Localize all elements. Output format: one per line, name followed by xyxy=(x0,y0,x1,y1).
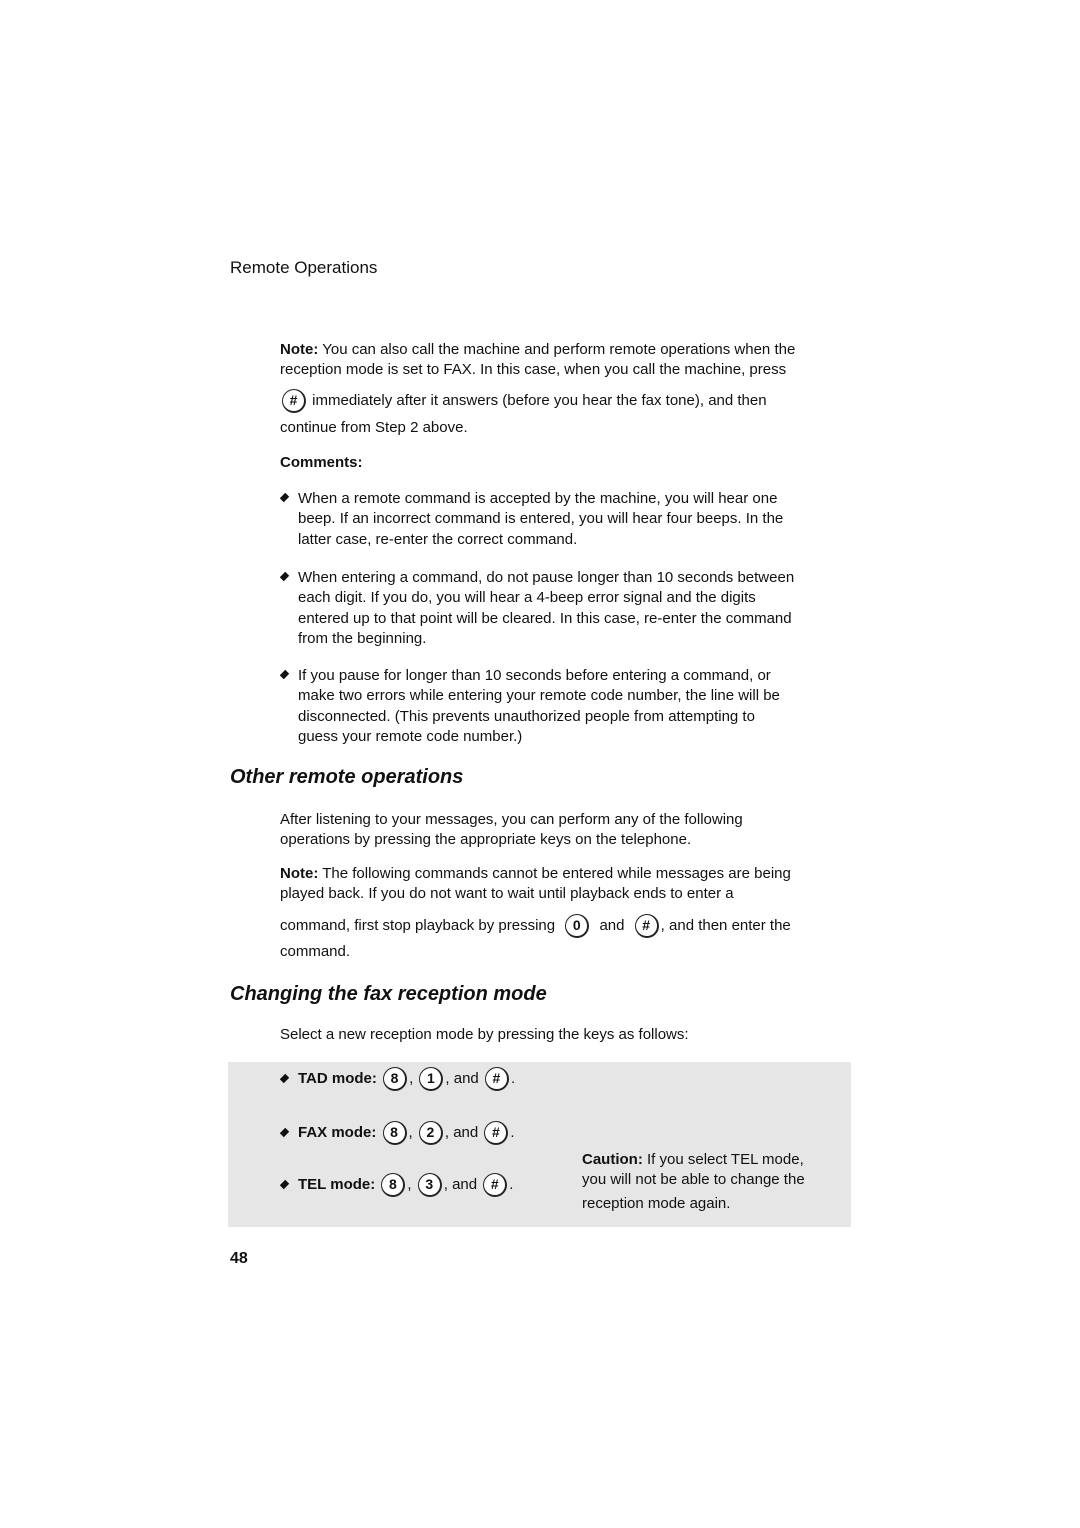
note-key-line: # immediately after it answers (before y… xyxy=(280,389,767,413)
text: If you select TEL mode, xyxy=(647,1151,804,1168)
text: disconnected. (This prevents unauthorize… xyxy=(298,707,755,725)
heading-other-remote-operations: Other remote operations xyxy=(230,766,464,788)
comment-item: When a remote command is accepted by the… xyxy=(279,489,784,550)
note-paragraph: Note: The following commands cannot be e… xyxy=(280,864,791,905)
text: When entering a command, do not pause lo… xyxy=(298,569,795,586)
text: . xyxy=(510,1070,516,1087)
text: each digit. If you do, you will hear a 4… xyxy=(298,589,756,607)
mode-label: TAD mode: xyxy=(298,1070,377,1087)
text: , and xyxy=(445,1070,479,1087)
text: , xyxy=(409,1070,414,1087)
note-label: Note: xyxy=(280,865,319,882)
comment-item: If you pause for longer than 10 seconds … xyxy=(279,666,780,747)
text: entered up to that point will be cleared… xyxy=(298,609,792,627)
paragraph: After listening to your messages, you ca… xyxy=(280,810,743,851)
text: Select a new reception mode by pressing … xyxy=(280,1026,689,1043)
text: beep. If an incorrect command is entered… xyxy=(298,510,784,528)
text: operations by pressing the appropriate k… xyxy=(280,831,692,849)
eight-key-icon: 8 xyxy=(381,1173,406,1198)
hash-key-icon: # xyxy=(282,389,306,413)
section-header: Remote Operations xyxy=(230,258,378,277)
command-line: command, first stop playback by pressing… xyxy=(280,914,791,938)
text: If you pause for longer than 10 seconds … xyxy=(298,667,771,684)
comments-title: Comments: xyxy=(280,454,363,471)
text: make two errors while entering your remo… xyxy=(298,687,780,705)
caution-note: Caution: If you select TEL mode, you wil… xyxy=(582,1150,805,1214)
note-paragraph: Note: You can also call the machine and … xyxy=(280,340,795,381)
caution-label: Caution: xyxy=(582,1151,643,1168)
mode-row-tel: TEL mode: 8, 3, and #. xyxy=(279,1172,514,1198)
text: , and xyxy=(443,1176,478,1193)
text: from the beginning. xyxy=(298,629,427,647)
mode-row-tad: TAD mode: 8, 1, and #. xyxy=(279,1066,516,1092)
mode-label: TEL mode: xyxy=(298,1176,376,1193)
page-number: 48 xyxy=(230,1250,248,1267)
diamond-bullet-icon xyxy=(279,669,290,680)
eight-key-icon: 8 xyxy=(382,1121,407,1146)
eight-key-icon: 8 xyxy=(383,1067,408,1092)
note-label: Note: xyxy=(280,341,319,358)
heading-changing-fax-reception-mode: Changing the fax reception mode xyxy=(230,983,547,1005)
diamond-bullet-icon xyxy=(279,571,290,582)
three-key-icon: 3 xyxy=(417,1173,442,1198)
text: immediately after it answers (before you… xyxy=(312,391,767,409)
one-key-icon: 1 xyxy=(419,1067,444,1092)
mode-row-fax: FAX mode: 8, 2, and #. xyxy=(279,1120,515,1146)
text: played back. If you do not want to wait … xyxy=(280,885,734,903)
text: reception mode again. xyxy=(582,1194,731,1212)
text: command, first stop playback by pressing xyxy=(280,916,556,934)
text: reception mode is set to FAX. In this ca… xyxy=(280,361,787,379)
text: latter case, re-enter the correct comman… xyxy=(298,530,578,548)
text: continue from Step 2 above. xyxy=(280,419,468,436)
hash-key-icon: # xyxy=(484,1067,509,1092)
text: . xyxy=(509,1176,514,1193)
hash-key-icon: # xyxy=(484,1121,509,1146)
text: When a remote command is accepted by the… xyxy=(298,490,778,507)
mode-label: FAX mode: xyxy=(298,1124,377,1141)
text: You can also call the machine and perfor… xyxy=(322,341,796,358)
text: After listening to your messages, you ca… xyxy=(280,811,743,828)
hash-key-icon: # xyxy=(483,1173,508,1198)
text: and xyxy=(599,916,625,934)
text: you will not be able to change the xyxy=(582,1171,805,1189)
text: , and xyxy=(444,1124,479,1141)
two-key-icon: 2 xyxy=(418,1121,443,1146)
hash-key-icon: # xyxy=(634,914,659,938)
diamond-bullet-icon xyxy=(279,492,290,503)
text: , xyxy=(408,1124,413,1141)
text: . xyxy=(510,1124,515,1141)
text: command. xyxy=(280,943,351,960)
text: , xyxy=(407,1176,412,1193)
text: , and then enter the xyxy=(660,916,791,934)
comment-item: When entering a command, do not pause lo… xyxy=(279,568,795,649)
text: The following commands cannot be entered… xyxy=(322,865,791,882)
text: guess your remote code number.) xyxy=(298,727,523,745)
zero-key-icon: 0 xyxy=(565,914,590,938)
